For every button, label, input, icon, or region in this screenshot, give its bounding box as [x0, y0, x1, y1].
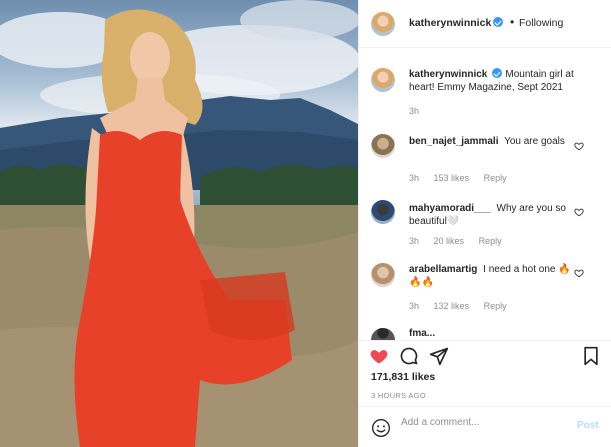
- post-comment-button[interactable]: Post: [577, 420, 599, 431]
- comment-likes[interactable]: 132 likes: [434, 301, 470, 311]
- comment-likes[interactable]: 153 likes: [434, 173, 470, 183]
- comment-username[interactable]: arabellamartig: [409, 264, 477, 275]
- comment-like-heart-icon[interactable]: [574, 141, 584, 151]
- verified-badge-icon: [493, 17, 504, 27]
- comment-username[interactable]: ben_najet_jammali: [409, 136, 498, 147]
- comment-username[interactable]: mahyamoradi___: [409, 203, 491, 214]
- comment-item: ben_najet_jammali You are goals: [409, 135, 581, 148]
- comment-reply-button[interactable]: Reply: [484, 301, 507, 311]
- author-username[interactable]: katherynwinnick: [409, 17, 491, 29]
- comment-username[interactable]: fma...: [409, 328, 435, 337]
- comment-meta: 3h 132 likes Reply: [409, 301, 519, 311]
- photo-illustration: [0, 0, 358, 447]
- caption-time[interactable]: 3h: [409, 106, 419, 116]
- comment-meta: 3h 20 likes Reply: [409, 236, 514, 246]
- comment-likes[interactable]: 20 likes: [434, 236, 465, 246]
- header-separator: •: [510, 15, 515, 29]
- comment-bubble-icon[interactable]: [399, 346, 419, 366]
- caption-meta: 3h: [409, 106, 431, 116]
- actions-divider: [359, 340, 611, 341]
- share-paper-plane-icon[interactable]: [429, 346, 449, 366]
- author-avatar[interactable]: [371, 12, 395, 36]
- caption-username[interactable]: katherynwinnick: [409, 69, 487, 80]
- comment-item: arabellamartig I need a hot one 🔥🔥🔥: [409, 263, 581, 289]
- comment-reply-button[interactable]: Reply: [479, 236, 502, 246]
- verified-badge-icon: [492, 68, 503, 78]
- comment-text: You are goals: [504, 136, 565, 147]
- like-count[interactable]: 171,831 likes: [371, 371, 435, 383]
- comment-time[interactable]: 3h: [409, 173, 419, 183]
- comment-reply-button[interactable]: Reply: [484, 173, 507, 183]
- caption: katherynwinnick Mountain girl at heart! E…: [409, 68, 599, 94]
- save-bookmark-icon[interactable]: [581, 346, 601, 366]
- emoji-smiley-icon[interactable]: [371, 418, 391, 438]
- commenter-avatar[interactable]: [371, 328, 395, 340]
- comment-meta: 3h 153 likes Reply: [409, 173, 519, 183]
- commenter-avatar[interactable]: [371, 200, 395, 224]
- header-divider: [359, 47, 611, 48]
- post-side-panel: katherynwinnick • Following katherynwinn…: [358, 0, 611, 447]
- comment-item: mahyamoradi___ Why are you so beautiful🤍: [409, 202, 581, 228]
- comment-item-partial: fma...: [409, 327, 581, 337]
- post-photo[interactable]: [0, 0, 358, 447]
- comment-time[interactable]: 3h: [409, 236, 419, 246]
- comment-time[interactable]: 3h: [409, 301, 419, 311]
- like-heart-icon[interactable]: [369, 346, 389, 366]
- commenter-avatar[interactable]: [371, 263, 395, 287]
- following-button[interactable]: Following: [519, 17, 563, 29]
- comment-like-heart-icon[interactable]: [574, 268, 584, 278]
- commenter-avatar[interactable]: [371, 134, 395, 158]
- composer-divider: [359, 406, 611, 407]
- caption-avatar[interactable]: [371, 68, 395, 92]
- comment-like-heart-icon[interactable]: [574, 207, 584, 217]
- author-header: katherynwinnick: [409, 17, 504, 29]
- add-comment-input[interactable]: [401, 417, 561, 428]
- post-timestamp[interactable]: 3 HOURS AGO: [371, 391, 426, 400]
